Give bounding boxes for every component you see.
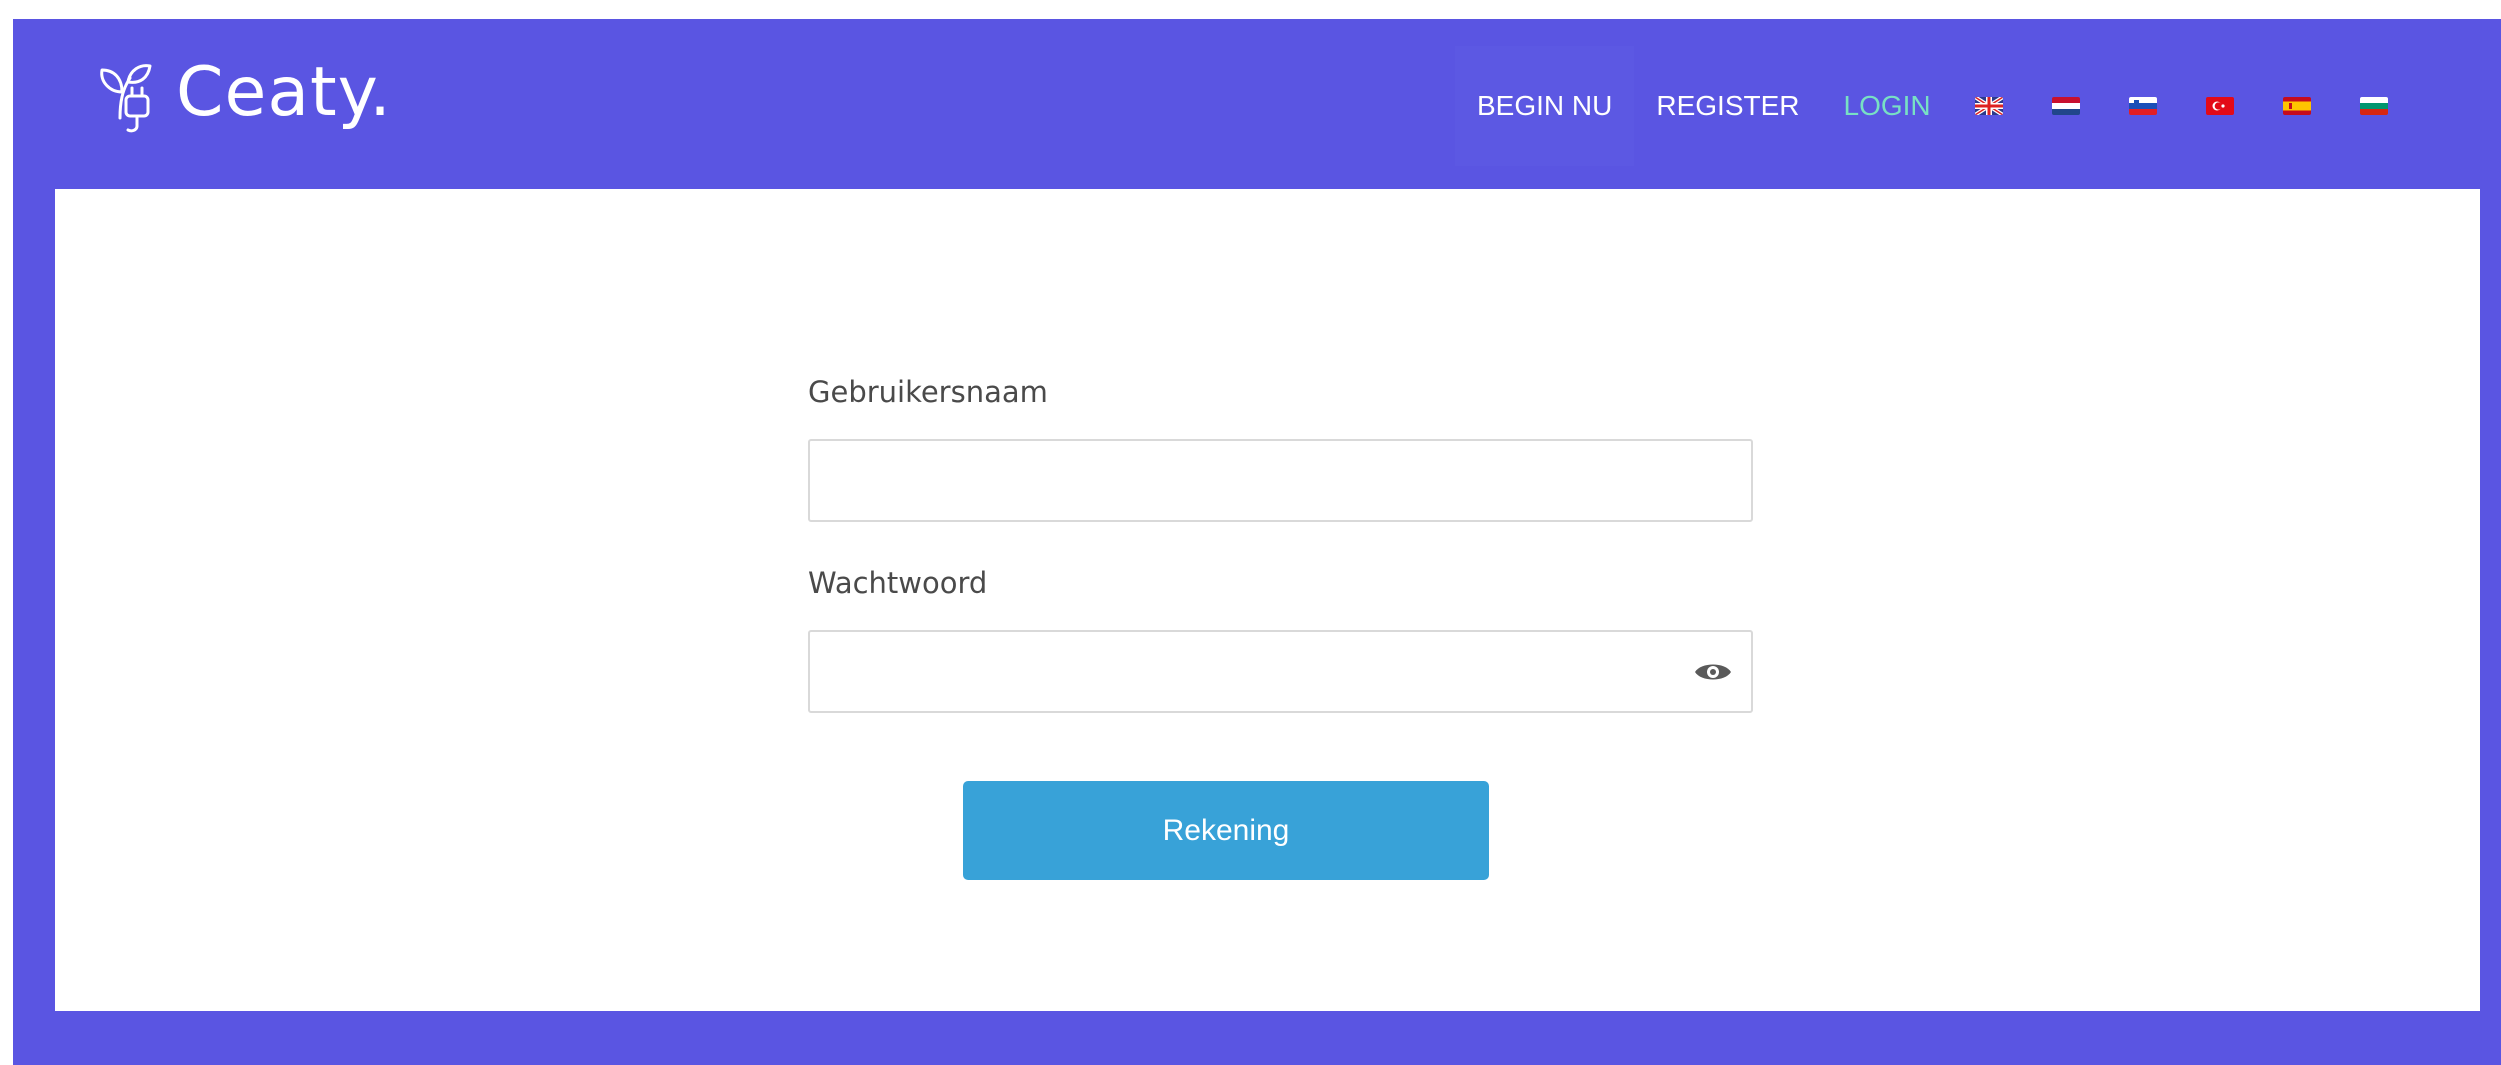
- username-input[interactable]: [808, 439, 1753, 522]
- es-flag-icon[interactable]: [2282, 97, 2311, 115]
- nav-begin-nu[interactable]: BEGIN NU: [1455, 46, 1635, 166]
- brand-name: Ceaty.: [176, 53, 392, 132]
- password-input[interactable]: [808, 630, 1753, 713]
- nav-login[interactable]: LOGIN: [1822, 46, 1953, 166]
- top-navigation: BEGIN NU REGISTER LOGIN: [1455, 46, 2437, 166]
- plant-plug-icon: [100, 64, 152, 133]
- login-card: Gebruikersnaam Wachtwoord: [55, 189, 2480, 1011]
- gb-flag-icon[interactable]: [1974, 97, 2003, 115]
- password-field: [808, 630, 1753, 713]
- nl-flag-icon[interactable]: [2051, 97, 2080, 115]
- username-label: Gebruikersnaam: [808, 375, 1048, 409]
- eye-icon[interactable]: [1693, 658, 1733, 686]
- password-label: Wachtwoord: [808, 566, 988, 600]
- login-form: Gebruikersnaam Wachtwoord: [808, 375, 1753, 713]
- tr-flag-icon[interactable]: [2205, 97, 2234, 115]
- language-switcher: [1974, 97, 2437, 115]
- si-flag-icon[interactable]: [2128, 97, 2157, 115]
- bg-flag-icon[interactable]: [2359, 97, 2388, 115]
- nav-register[interactable]: REGISTER: [1634, 46, 1821, 166]
- brand-logo[interactable]: Ceaty.: [90, 38, 392, 148]
- submit-button[interactable]: Rekening: [963, 781, 1489, 880]
